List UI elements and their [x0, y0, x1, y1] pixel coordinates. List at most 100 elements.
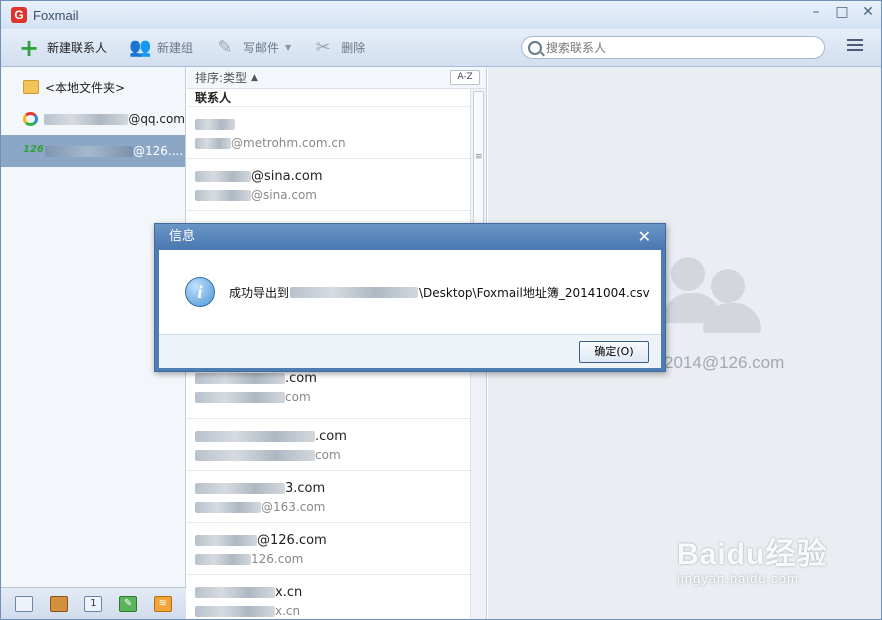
contact-email-suffix: x.cn [275, 604, 301, 618]
sidebar-item-label: <本地文件夹> [45, 80, 126, 95]
sidebar-item-label: @qq.com [128, 112, 185, 126]
notes-module-icon[interactable]: ✎ [119, 595, 138, 612]
sort-type-selector[interactable]: 排序:类型 [195, 69, 247, 86]
contacts-module-icon[interactable] [49, 595, 68, 612]
new-group-label: 新建组 [157, 41, 194, 55]
watermark-logo-text: Baidu经验 [677, 538, 828, 571]
new-contact-button[interactable]: + 新建联系人 [19, 33, 108, 62]
dialog-body: i 成功导出到 \Desktop\Foxmail地址簿_20141004.csv [159, 250, 661, 334]
sidebar-item-local-folder[interactable]: <本地文件夹> [1, 71, 185, 103]
contact-email: @sina.com [195, 187, 471, 203]
detail-email: 2014@126.com [664, 353, 785, 372]
list-header: 排序:类型 ▲ A-Z [187, 67, 486, 89]
contact-name [195, 115, 471, 133]
dialog-title: 信息 [169, 229, 196, 244]
blurred-email [195, 605, 275, 617]
contact-email: com [195, 447, 471, 463]
watermark-url: jingyan.baidu.com [677, 571, 799, 586]
module-switcher: 1 ✎ ≋ [1, 587, 186, 619]
blurred-address [45, 145, 133, 157]
calendar-module-icon[interactable]: 1 [84, 595, 103, 612]
blurred-name [195, 118, 235, 130]
contact-email: @163.com [195, 499, 471, 515]
contact-row[interactable]: @metrohm.com.cn [187, 107, 471, 159]
window-controls: – □ ✕ [809, 5, 875, 19]
search-box[interactable] [521, 36, 825, 59]
contact-email: com [195, 389, 471, 405]
blurred-address [44, 113, 129, 125]
sidebar-item-label: @126.... [133, 144, 184, 158]
az-sort-button[interactable]: A-Z [450, 70, 480, 85]
rss-module-icon[interactable]: ≋ [153, 595, 172, 612]
sidebar-item-126-account[interactable]: 126 @126.... [1, 135, 185, 167]
dialog-footer: 确定(O) [159, 334, 661, 368]
contact-email-suffix: com [285, 390, 311, 404]
contact-name-suffix: .com [285, 370, 317, 386]
menu-icon[interactable] [847, 39, 863, 53]
group-icon: 👥 [129, 36, 152, 58]
contact-name-suffix: 3.com [285, 480, 326, 496]
contact-email: x.cn [195, 603, 471, 619]
contact-email: @metrohm.com.cn [195, 135, 471, 151]
contact-name: @126.com [195, 531, 471, 549]
blurred-name [195, 430, 315, 442]
sidebar-item-qq-account[interactable]: @qq.com [1, 103, 185, 135]
blurred-name [195, 586, 275, 598]
delete-button[interactable]: ✂ 删除 [313, 36, 366, 58]
dialog-message: 成功导出到 \Desktop\Foxmail地址簿_20141004.csv [229, 284, 650, 301]
blurred-name [195, 170, 251, 182]
contact-row[interactable]: x.cn x.cn [187, 575, 471, 620]
search-input[interactable] [546, 40, 806, 55]
close-window-icon[interactable]: ✕ [861, 5, 875, 19]
mail-module-icon[interactable] [15, 595, 34, 612]
contact-email-suffix: 126.com [251, 552, 304, 566]
write-mail-button[interactable]: ✎ 写邮件 ▼ [215, 36, 292, 58]
caret-up-icon: ▲ [251, 72, 258, 83]
contact-email-suffix: @metrohm.com.cn [231, 136, 346, 150]
dialog-title-bar: 信息 ✕ [155, 224, 665, 249]
blurred-email [195, 449, 315, 461]
blurred-email [195, 391, 285, 403]
contact-email: 126.com [195, 551, 471, 567]
toolbar: + 新建联系人 👥 新建组 ✎ 写邮件 ▼ ✂ 删除 [1, 29, 881, 67]
blurred-name [195, 482, 285, 494]
feather-icon: ✎ [217, 36, 233, 58]
group-header: 联系人 [187, 89, 486, 107]
plus-icon: + [19, 33, 40, 62]
contact-row[interactable]: 3.com @163.com [187, 471, 471, 523]
message-prefix: 成功导出到 [229, 285, 290, 300]
contact-row[interactable]: @126.com 126.com [187, 523, 471, 575]
maximize-icon[interactable]: □ [835, 5, 849, 19]
message-suffix: \Desktop\Foxmail地址簿_20141004.csv [419, 285, 650, 300]
dialog-close-icon[interactable]: ✕ [638, 224, 651, 249]
search-icon [528, 40, 542, 55]
baidu-watermark: Baidu经验 jingyan.baidu.com [677, 529, 827, 586]
contact-name: 3.com [195, 479, 471, 497]
info-dialog: 信息 ✕ i 成功导出到 \Desktop\Foxmail地址簿_2014100… [154, 223, 666, 372]
contact-name-suffix: .com [315, 428, 347, 444]
blurred-email [195, 189, 251, 201]
contact-name-suffix: x.cn [275, 584, 303, 600]
blurred-email [195, 553, 251, 565]
new-contact-label: 新建联系人 [47, 41, 108, 55]
app-title: Foxmail [33, 7, 79, 23]
contact-name: .com [195, 427, 471, 445]
contact-row[interactable]: @sina.com @sina.com [187, 159, 471, 211]
ok-button[interactable]: 确定(O) [579, 341, 649, 363]
title-bar: G Foxmail – □ ✕ [1, 1, 881, 29]
foxmail-window: G Foxmail – □ ✕ + 新建联系人 👥 新建组 ✎ 写邮件 ▼ ✂ … [0, 0, 882, 620]
contact-name: @sina.com [195, 167, 471, 185]
contact-name: x.cn [195, 583, 471, 601]
delete-icon: ✂ [315, 36, 331, 58]
blurred-name [195, 372, 285, 384]
minimize-icon[interactable]: – [809, 5, 823, 19]
folder-icon [23, 80, 39, 94]
blurred-email [195, 501, 261, 513]
contact-email-suffix: @sina.com [251, 188, 317, 202]
126-mail-icon: 126 [23, 144, 44, 155]
contact-row[interactable]: .com com [187, 419, 471, 471]
new-group-button[interactable]: 👥 新建组 [129, 36, 194, 58]
contact-name-suffix: @sina.com [251, 168, 323, 184]
qq-mail-icon [23, 112, 39, 126]
chevron-down-icon: ▼ [285, 43, 292, 52]
